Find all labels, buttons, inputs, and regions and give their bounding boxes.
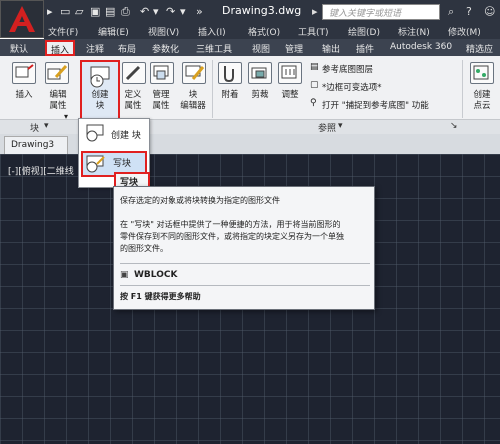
- tab-insert[interactable]: 插入: [45, 40, 75, 56]
- tooltip-detail-line-2: 零件保存到不同的图形文件，或将指定的块定义另存为一个单独: [120, 232, 344, 241]
- create-point-cloud-icon[interactable]: [470, 62, 494, 84]
- tooltip-detail-line-3: 的图形文件。: [120, 244, 168, 253]
- save-icon[interactable]: ▣: [90, 5, 100, 19]
- application-menu-button[interactable]: [0, 0, 44, 38]
- tooltip-help: 按 F1 键获得更多帮助: [120, 292, 201, 301]
- command-icon: ▣: [120, 270, 129, 280]
- tab-view[interactable]: 视图: [252, 42, 270, 55]
- menu-dimension[interactable]: 标注(N): [398, 25, 430, 38]
- menu-modify[interactable]: 修改(M): [448, 25, 481, 38]
- dropdown-arrow-icon[interactable]: ▾: [180, 5, 186, 19]
- tab-default[interactable]: 默认: [10, 42, 28, 55]
- redo-icon[interactable]: ↷: [166, 5, 175, 19]
- create-block-label: 创建 块: [91, 90, 109, 111]
- open-snap-underlay-button[interactable]: 打开 "捕捉到参考底图" 功能: [322, 99, 429, 111]
- dropdown-arrow-icon[interactable]: ▾: [153, 5, 159, 19]
- binoculars-icon[interactable]: ⌕: [448, 5, 454, 19]
- attach-label: 附着: [221, 90, 239, 100]
- block-panel-title[interactable]: 块: [30, 121, 39, 134]
- dropdown-item-label: 写块: [113, 159, 132, 169]
- adjust-label: 调整: [281, 90, 299, 100]
- define-attribute-label: 定义 属性: [124, 90, 142, 111]
- tab-featured-apps[interactable]: 精选应: [466, 42, 493, 55]
- tab-output[interactable]: 输出: [322, 42, 340, 55]
- print-icon[interactable]: ⎙: [121, 5, 130, 19]
- open-file-icon[interactable]: ▱: [75, 5, 83, 19]
- new-file-icon[interactable]: ▭: [60, 5, 70, 19]
- document-tab-bar: [0, 134, 500, 154]
- insert-block-icon[interactable]: [12, 62, 36, 84]
- block-panel-dropdown-icon[interactable]: ▾: [44, 121, 49, 131]
- tab-drawing3[interactable]: Drawing3: [4, 136, 68, 154]
- menu-edit[interactable]: 编辑(E): [98, 25, 129, 38]
- tooltip-command: WBLOCK: [134, 270, 178, 280]
- tab-3d-tools[interactable]: 三维工具: [196, 42, 232, 55]
- reference-panel-launcher-icon[interactable]: ↘: [450, 121, 458, 131]
- more-icon[interactable]: »: [196, 5, 203, 19]
- menu-tools[interactable]: 工具(T): [298, 25, 329, 38]
- insert-label: 插入: [15, 90, 33, 100]
- write-block-icon: [86, 155, 105, 173]
- panel-title-bar: [0, 119, 500, 134]
- tooltip-divider: [120, 285, 370, 286]
- create-block-button[interactable]: 创建 块: [80, 60, 120, 122]
- create-point-cloud-label: 创建 点云: [473, 90, 491, 111]
- tooltip-detail-line-1: 在 "写块" 对话框中提供了一种便捷的方法，用于将当前图形的: [120, 220, 341, 229]
- viewport-controls-label[interactable]: [-][俯视][二维线: [8, 164, 74, 177]
- create-block-icon: [86, 124, 104, 142]
- attach-icon[interactable]: [218, 62, 242, 84]
- edit-attribute-label: 编辑 属性: [49, 90, 67, 111]
- tab-insert-label: 插入: [51, 46, 70, 56]
- tab-parametric[interactable]: 参数化: [152, 42, 179, 55]
- panel-separator: [212, 60, 213, 118]
- dropdown-item-create-block[interactable]: 创建 块: [81, 121, 147, 147]
- menu-draw[interactable]: 绘图(D): [348, 25, 380, 38]
- help-icon[interactable]: ?: [466, 5, 472, 18]
- tab-annotate[interactable]: 注释: [86, 42, 104, 55]
- undo-icon[interactable]: ↶: [140, 5, 149, 19]
- edit-attribute-icon[interactable]: [45, 62, 69, 84]
- tooltip-summary: 保存选定的对象或将块转换为指定的图形文件: [120, 196, 280, 205]
- manage-attributes-label: 管理 属性: [152, 90, 170, 111]
- adjust-icon[interactable]: [278, 62, 302, 84]
- tab-autodesk-360[interactable]: Autodesk 360: [390, 42, 452, 52]
- autocad-logo-icon: [9, 6, 35, 32]
- tab-plugins[interactable]: 插件: [356, 42, 374, 55]
- underlay-layers-button[interactable]: 参考底图图层: [322, 63, 373, 75]
- block-editor-icon[interactable]: [182, 62, 206, 84]
- frame-variable-select[interactable]: *边框可变选项*: [322, 81, 382, 93]
- tooltip-divider: [120, 263, 370, 264]
- tooltip: 保存选定的对象或将块转换为指定的图形文件 在 "写块" 对话框中提供了一种便捷的…: [113, 186, 375, 310]
- block-editor-label: 块 编辑器: [180, 90, 206, 111]
- manage-attributes-icon[interactable]: [150, 62, 174, 84]
- menu-format[interactable]: 格式(O): [248, 25, 280, 38]
- user-icon[interactable]: ☺: [484, 5, 495, 18]
- document-title: Drawing3.dwg: [222, 4, 302, 17]
- define-attribute-icon[interactable]: [122, 62, 146, 84]
- menu-insert[interactable]: 插入(I): [198, 25, 226, 38]
- reference-panel-title[interactable]: 参照: [318, 121, 336, 134]
- save-as-icon[interactable]: ▤: [105, 5, 115, 19]
- create-block-icon: [90, 66, 110, 88]
- clip-label: 剪裁: [251, 90, 269, 100]
- underlay-layers-icon: ▤: [310, 62, 319, 72]
- drawing3-tab-label: Drawing3: [11, 140, 55, 150]
- reference-panel-dropdown-icon[interactable]: ▾: [338, 121, 343, 131]
- expand-arrow-icon[interactable]: ▸: [312, 5, 318, 18]
- panel-separator: [462, 60, 463, 118]
- qa-arrow-icon[interactable]: ▸: [47, 5, 53, 19]
- menu-view[interactable]: 视图(V): [148, 25, 179, 38]
- frame-variable-icon: ▢: [310, 80, 319, 90]
- dropdown-item-label: 创建 块: [111, 131, 141, 141]
- search-placeholder: 键入关键字或短语: [329, 9, 402, 19]
- clip-icon[interactable]: [248, 62, 272, 84]
- snap-underlay-icon: ⚲: [310, 98, 317, 108]
- tab-manage[interactable]: 管理: [285, 42, 303, 55]
- menu-file[interactable]: 文件(F): [48, 25, 78, 38]
- search-input[interactable]: 键入关键字或短语: [322, 4, 440, 20]
- tab-layout[interactable]: 布局: [118, 42, 136, 55]
